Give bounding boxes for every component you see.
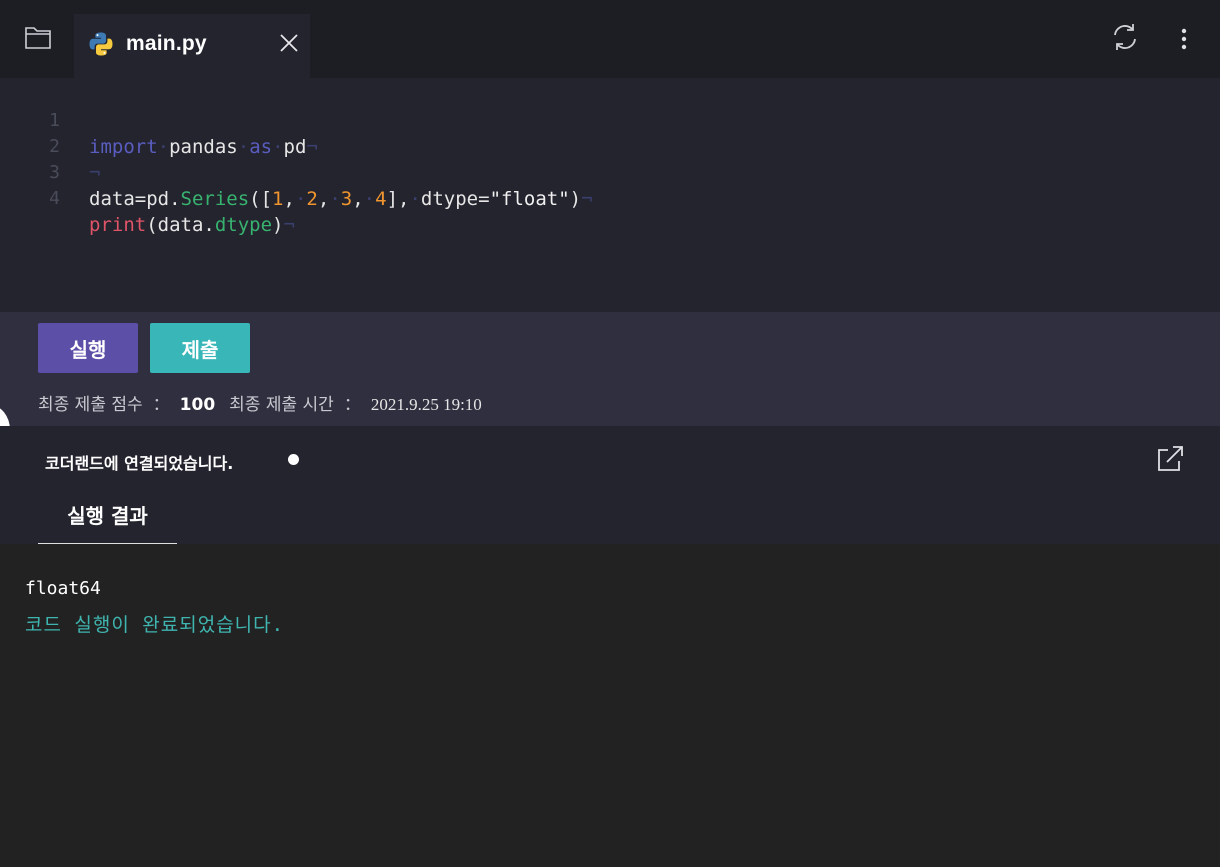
top-bar: main.py (0, 0, 1220, 78)
line-code: print(data.dtype)¬ (89, 214, 295, 236)
connection-indicator-icon (288, 454, 299, 465)
output-console: float64 코드 실행이 완료되었습니다. (0, 544, 1220, 867)
file-tab-main-py[interactable]: main.py (74, 14, 310, 78)
code-line[interactable]: 3 data=pd.Series([1,·2,·3,·4],·dtype="fl… (0, 134, 1220, 210)
separator: ： (343, 395, 361, 415)
time-value: 2021.9.25 19:10 (370, 395, 482, 414)
tab-run-result[interactable]: 실행 결과 (38, 492, 177, 544)
output-result: float64 (25, 578, 101, 599)
output-message: 코드 실행이 완료되었습니다. (25, 614, 285, 636)
score-label: 최종 제출 점수 (38, 395, 143, 415)
connection-status: 코더랜드에 연결되었습니다. (45, 454, 234, 473)
close-icon[interactable] (278, 32, 300, 54)
line-number: 4 (49, 188, 60, 209)
time-label: 최종 제출 시간 (229, 395, 334, 415)
run-button[interactable]: 실행 (38, 323, 138, 373)
code-line[interactable]: 2 ¬ (0, 108, 1220, 184)
score-value: 100 (179, 395, 216, 415)
status-bar: 코더랜드에 연결되었습니다. 실행 결과 (0, 426, 1220, 544)
folder-icon[interactable] (20, 22, 56, 52)
tab-label: main.py (126, 32, 207, 55)
refresh-icon[interactable] (1110, 22, 1140, 52)
python-icon (88, 31, 114, 57)
code-line[interactable]: 1 import·pandas·as·pd¬ (0, 82, 1220, 158)
submit-button[interactable]: 제출 (150, 323, 250, 373)
external-link-icon[interactable] (1155, 444, 1185, 474)
more-vertical-icon[interactable] (1172, 24, 1196, 54)
submission-info: 최종 제출 점수 ： 100 최종 제출 시간 ： 2021.9.25 19:10 (38, 390, 482, 415)
code-line[interactable]: 4 print(data.dtype)¬ (0, 160, 1220, 236)
action-panel: 실행 제출 최종 제출 점수 ： 100 최종 제출 시간 ： 2021.9.25 19:… (0, 312, 1220, 426)
line-code: data=pd.Series([1,·2,·3,·4],·dtype="floa… (89, 188, 593, 210)
code-editor[interactable]: 1 import·pandas·as·pd¬ 2 ¬ 3 data=pd.Ser… (0, 78, 1220, 312)
separator: ： (152, 395, 170, 415)
